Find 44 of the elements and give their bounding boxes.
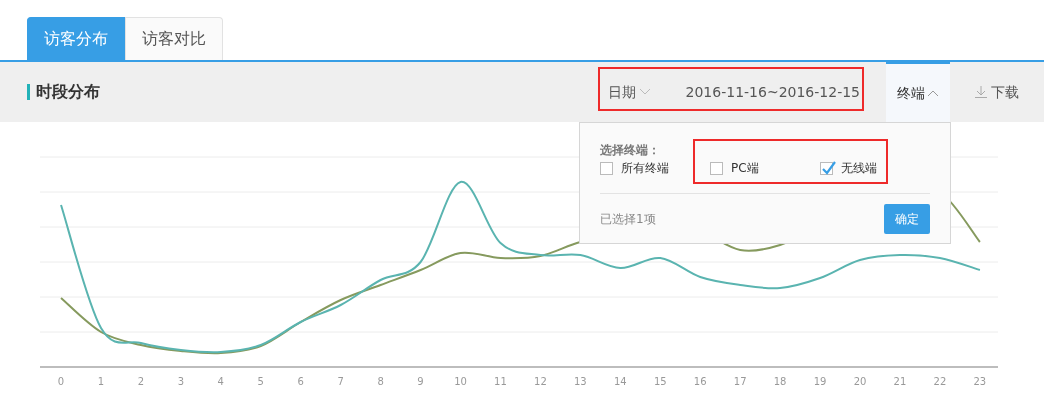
selection-summary: 已选择1项: [600, 211, 656, 228]
axis-label: 1: [97, 376, 105, 387]
axis-label: 13: [574, 376, 587, 387]
axis-label: 5: [257, 376, 264, 387]
checkbox-option[interactable]: PC端: [710, 159, 820, 177]
axis-label: 12: [534, 376, 547, 387]
axis-label: 20: [853, 376, 867, 387]
axis-label: 10: [454, 376, 467, 387]
axis-label: 19: [813, 376, 827, 387]
checkbox[interactable]: [710, 161, 723, 175]
chevron-down-icon: [639, 88, 651, 96]
option-label: PC端: [731, 160, 759, 177]
option-label: 所有终端: [621, 160, 669, 177]
axis-label: 22: [933, 376, 947, 387]
axis-label: 6: [297, 376, 304, 387]
axis-label: 3: [177, 376, 185, 387]
axis-label: 21: [893, 376, 907, 387]
axis-label: 18: [773, 376, 787, 387]
axis-label: 17: [733, 376, 747, 387]
axis-label: 0: [57, 376, 65, 387]
download-button[interactable]: 下载: [950, 62, 1044, 122]
tab[interactable]: 访客对比: [125, 17, 223, 60]
axis-label: 23: [973, 376, 987, 387]
checkbox-option[interactable]: 无线端: [820, 159, 920, 177]
option-label: 无线端: [841, 160, 877, 177]
axis-label: 2: [137, 376, 145, 387]
date-dropdown[interactable]: 日期: [608, 81, 651, 103]
dropdown-title: 选择终端：: [600, 143, 661, 157]
checkbox-option[interactable]: 所有终端: [600, 159, 710, 177]
axis-label: 7: [337, 376, 344, 387]
axis-label: 8: [377, 376, 384, 387]
axis-label: 9: [417, 376, 424, 387]
terminal-button[interactable]: 终端: [886, 62, 950, 122]
download-icon: [975, 86, 987, 98]
date-range[interactable]: 2016-11-16~2016-12-15: [685, 81, 860, 103]
axis-label: 15: [653, 376, 667, 387]
checkbox[interactable]: [600, 161, 613, 175]
check-icon: [821, 159, 836, 176]
axis-label: 14: [613, 376, 627, 387]
section-title: 时段分布: [27, 84, 100, 100]
axis-label: 11: [494, 376, 507, 387]
axis-label: 16: [693, 376, 707, 387]
axis-label: 4: [217, 376, 224, 387]
checkbox[interactable]: [820, 161, 833, 175]
